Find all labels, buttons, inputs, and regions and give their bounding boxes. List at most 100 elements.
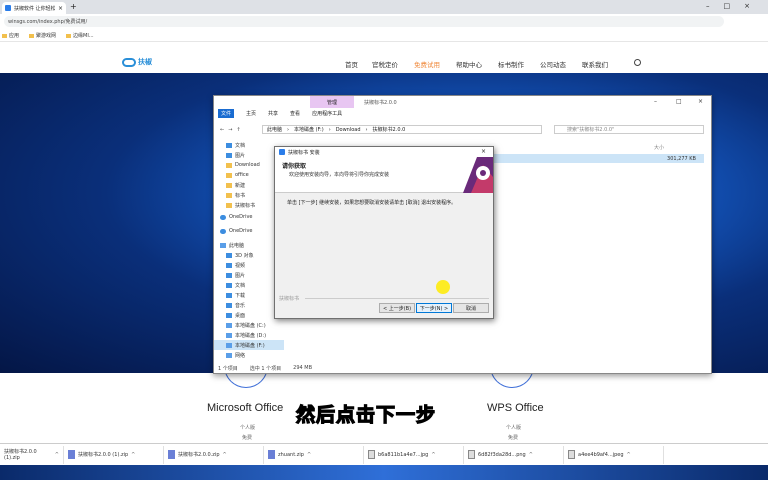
desktop-background-strip	[0, 465, 768, 480]
cursor-highlight	[436, 280, 450, 294]
setup-brand: 扶椒标书	[279, 296, 300, 302]
setup-body-text: 单击 [下一步] 继续安装，如果您想要取消安装请单击 [取消] 退出安装程序。	[287, 200, 457, 206]
sidebar-item[interactable]: 本地磁盘 (D:)	[214, 330, 284, 340]
image-file-icon	[468, 450, 475, 459]
nav-home[interactable]: 首页	[345, 59, 358, 69]
next-button[interactable]: 下一步(N) >	[416, 303, 452, 313]
ribbon-tab-home[interactable]: 主页	[246, 110, 256, 117]
download-item[interactable]: a4ee4b9af4...jpeg ^	[564, 445, 664, 464]
breadcrumb-item[interactable]: 此电脑	[267, 126, 282, 133]
forward-arrow-icon[interactable]: →	[228, 127, 232, 133]
tab-title: 扶椒软件 让你轻松查发	[14, 5, 55, 12]
chevron-up-icon[interactable]: ^	[431, 452, 435, 458]
chevron-up-icon[interactable]: ^	[307, 452, 311, 458]
back-button[interactable]: < 上一步(B)	[379, 303, 415, 313]
ribbon-tab-view[interactable]: 查看	[290, 110, 300, 117]
setup-titlebar: 扶椒标书 安装	[275, 147, 493, 157]
download-item[interactable]: 扶椒标书2.0.0 (1).zip ^	[0, 445, 64, 464]
setup-dialog: 扶椒标书 安装 × 请你获取 欢迎使用安装向导，本向导将引导你完成安装 单击 […	[274, 146, 494, 319]
sidebar-item[interactable]: 网络	[214, 350, 284, 360]
chevron-up-icon[interactable]: ^	[223, 452, 227, 458]
browser-tab[interactable]: 扶椒软件 让你轻松查发 ×	[2, 2, 66, 14]
search-icon[interactable]	[634, 59, 641, 66]
app-icon	[279, 149, 285, 155]
nav-contact[interactable]: 联系我们	[582, 59, 608, 69]
cloud-logo-icon	[122, 57, 136, 67]
product-sub: 免费	[242, 435, 253, 441]
ribbon-tab-file[interactable]: 文件	[218, 108, 235, 118]
download-name: 扶椒标书2.0.0.zip	[178, 452, 220, 458]
status-count: 1 个项目	[218, 365, 238, 372]
download-name: zhuant.zip	[278, 451, 304, 458]
nav-bid-writing[interactable]: 标书制作	[498, 59, 524, 69]
product-sub: 个人版	[506, 425, 522, 431]
bookmark-label: 应用	[9, 33, 20, 39]
sidebar-item[interactable]: 本地磁盘 (F:)	[214, 340, 284, 350]
minimize-icon[interactable]: –	[654, 98, 657, 105]
ribbon-tab-share[interactable]: 共享	[268, 110, 278, 117]
download-item[interactable]: zhuant.zip ^	[264, 445, 364, 464]
explorer-statusbar: 1 个项目 选中 1 个项目 294 MB	[214, 363, 711, 373]
image-file-icon	[568, 450, 575, 459]
tab-manage[interactable]: 管理	[310, 96, 354, 108]
download-item[interactable]: 扶椒标书2.0.0.zip ^	[164, 445, 264, 464]
nav-pricing[interactable]: 官税定价	[372, 59, 398, 69]
chevron-up-icon[interactable]: ^	[529, 452, 533, 458]
bookmark-edge[interactable]: 边缘MI...	[66, 32, 94, 39]
bookmark-game[interactable]: 聚游戏网	[29, 32, 56, 39]
close-icon[interactable]: ×	[698, 98, 703, 105]
url-input[interactable]: winsgs.com/index.php/免费试用/	[4, 16, 724, 27]
ribbon-tab-app-tools[interactable]: 应用程序工具	[312, 110, 342, 117]
chevron-up-icon[interactable]: ^	[55, 452, 59, 458]
nav-help[interactable]: 帮助中心	[456, 59, 482, 69]
product-name: Microsoft Office	[207, 402, 284, 414]
close-icon[interactable]: ×	[481, 148, 486, 155]
new-tab-icon[interactable]: +	[70, 2, 77, 11]
zip-file-icon	[168, 450, 175, 459]
chevron-up-icon[interactable]: ^	[627, 452, 631, 458]
tab-close-icon[interactable]: ×	[58, 5, 63, 12]
browser-tab-bar	[0, 0, 768, 14]
sidebar-item[interactable]: 本地磁盘 (C:)	[214, 320, 284, 330]
setup-title: 扶椒标书 安装	[288, 149, 320, 156]
breadcrumb[interactable]: 此电脑 › 本地磁盘 (F:) › Download › 扶椒标书2.0.0	[262, 125, 542, 134]
maximize-icon[interactable]: □	[676, 98, 682, 105]
product-sub: 个人版	[240, 425, 256, 431]
download-bar: 扶椒标书2.0.0 (1).zip ^ 扶椒标书2.0.0 (1).zip ^ 扶椒…	[0, 443, 768, 465]
bookmark-label: 聚游戏网	[36, 33, 57, 39]
explorer-search-input[interactable]: 搜索"扶椒标书2.0.0"	[554, 125, 704, 134]
url-text: winsgs.com/index.php/免费试用/	[8, 19, 88, 25]
breadcrumb-item[interactable]: 扶椒标书2.0.0	[373, 126, 406, 133]
zip-file-icon	[268, 450, 275, 459]
download-item[interactable]: b6a811b1a4e7...jpg ^	[364, 445, 464, 464]
up-arrow-icon[interactable]: ↑	[236, 127, 240, 133]
breadcrumb-item[interactable]: Download	[336, 127, 361, 133]
download-item[interactable]: 6d82f3da28d...png ^	[464, 445, 564, 464]
chevron-up-icon[interactable]: ^	[131, 452, 135, 458]
video-subtitle: 然后点击下一步	[295, 403, 437, 426]
download-name: 扶椒标书2.0.0 (1).zip	[78, 452, 129, 458]
back-arrow-icon[interactable]: ←	[220, 127, 224, 133]
zip-file-icon	[68, 450, 75, 459]
product-sub: 免费	[508, 435, 519, 441]
breadcrumb-item[interactable]: 本地磁盘 (F:)	[294, 126, 324, 133]
download-item[interactable]: 扶椒标书2.0.0 (1).zip ^	[64, 445, 164, 464]
nav-news[interactable]: 公司动态	[540, 59, 566, 69]
setup-logo-graphic-icon	[463, 157, 493, 193]
column-header-size[interactable]: 大小	[494, 144, 684, 152]
download-name: b6a811b1a4e7...jpg	[378, 451, 429, 458]
download-name: a4ee4b9af4...jpeg	[578, 451, 624, 458]
tab-favicon-icon	[5, 5, 11, 11]
download-name: 扶椒标书2.0.0 (1).zip	[4, 449, 37, 461]
file-row[interactable]: 301,277 KB	[494, 154, 704, 163]
bookmark-apps[interactable]: 应用	[2, 32, 19, 39]
image-file-icon	[368, 450, 375, 459]
product-name: WPS Office	[487, 402, 544, 414]
file-size: 301,277 KB	[667, 155, 696, 162]
explorer-titlebar	[214, 96, 711, 108]
site-logo[interactable]: 扶椒	[122, 55, 166, 69]
nav-free-trial[interactable]: 免费试用	[414, 59, 440, 69]
explorer-title: 扶椒标书2.0.0	[364, 100, 397, 106]
window-controls[interactable]: –□×	[706, 2, 764, 10]
cancel-button[interactable]: 取消	[453, 303, 489, 313]
